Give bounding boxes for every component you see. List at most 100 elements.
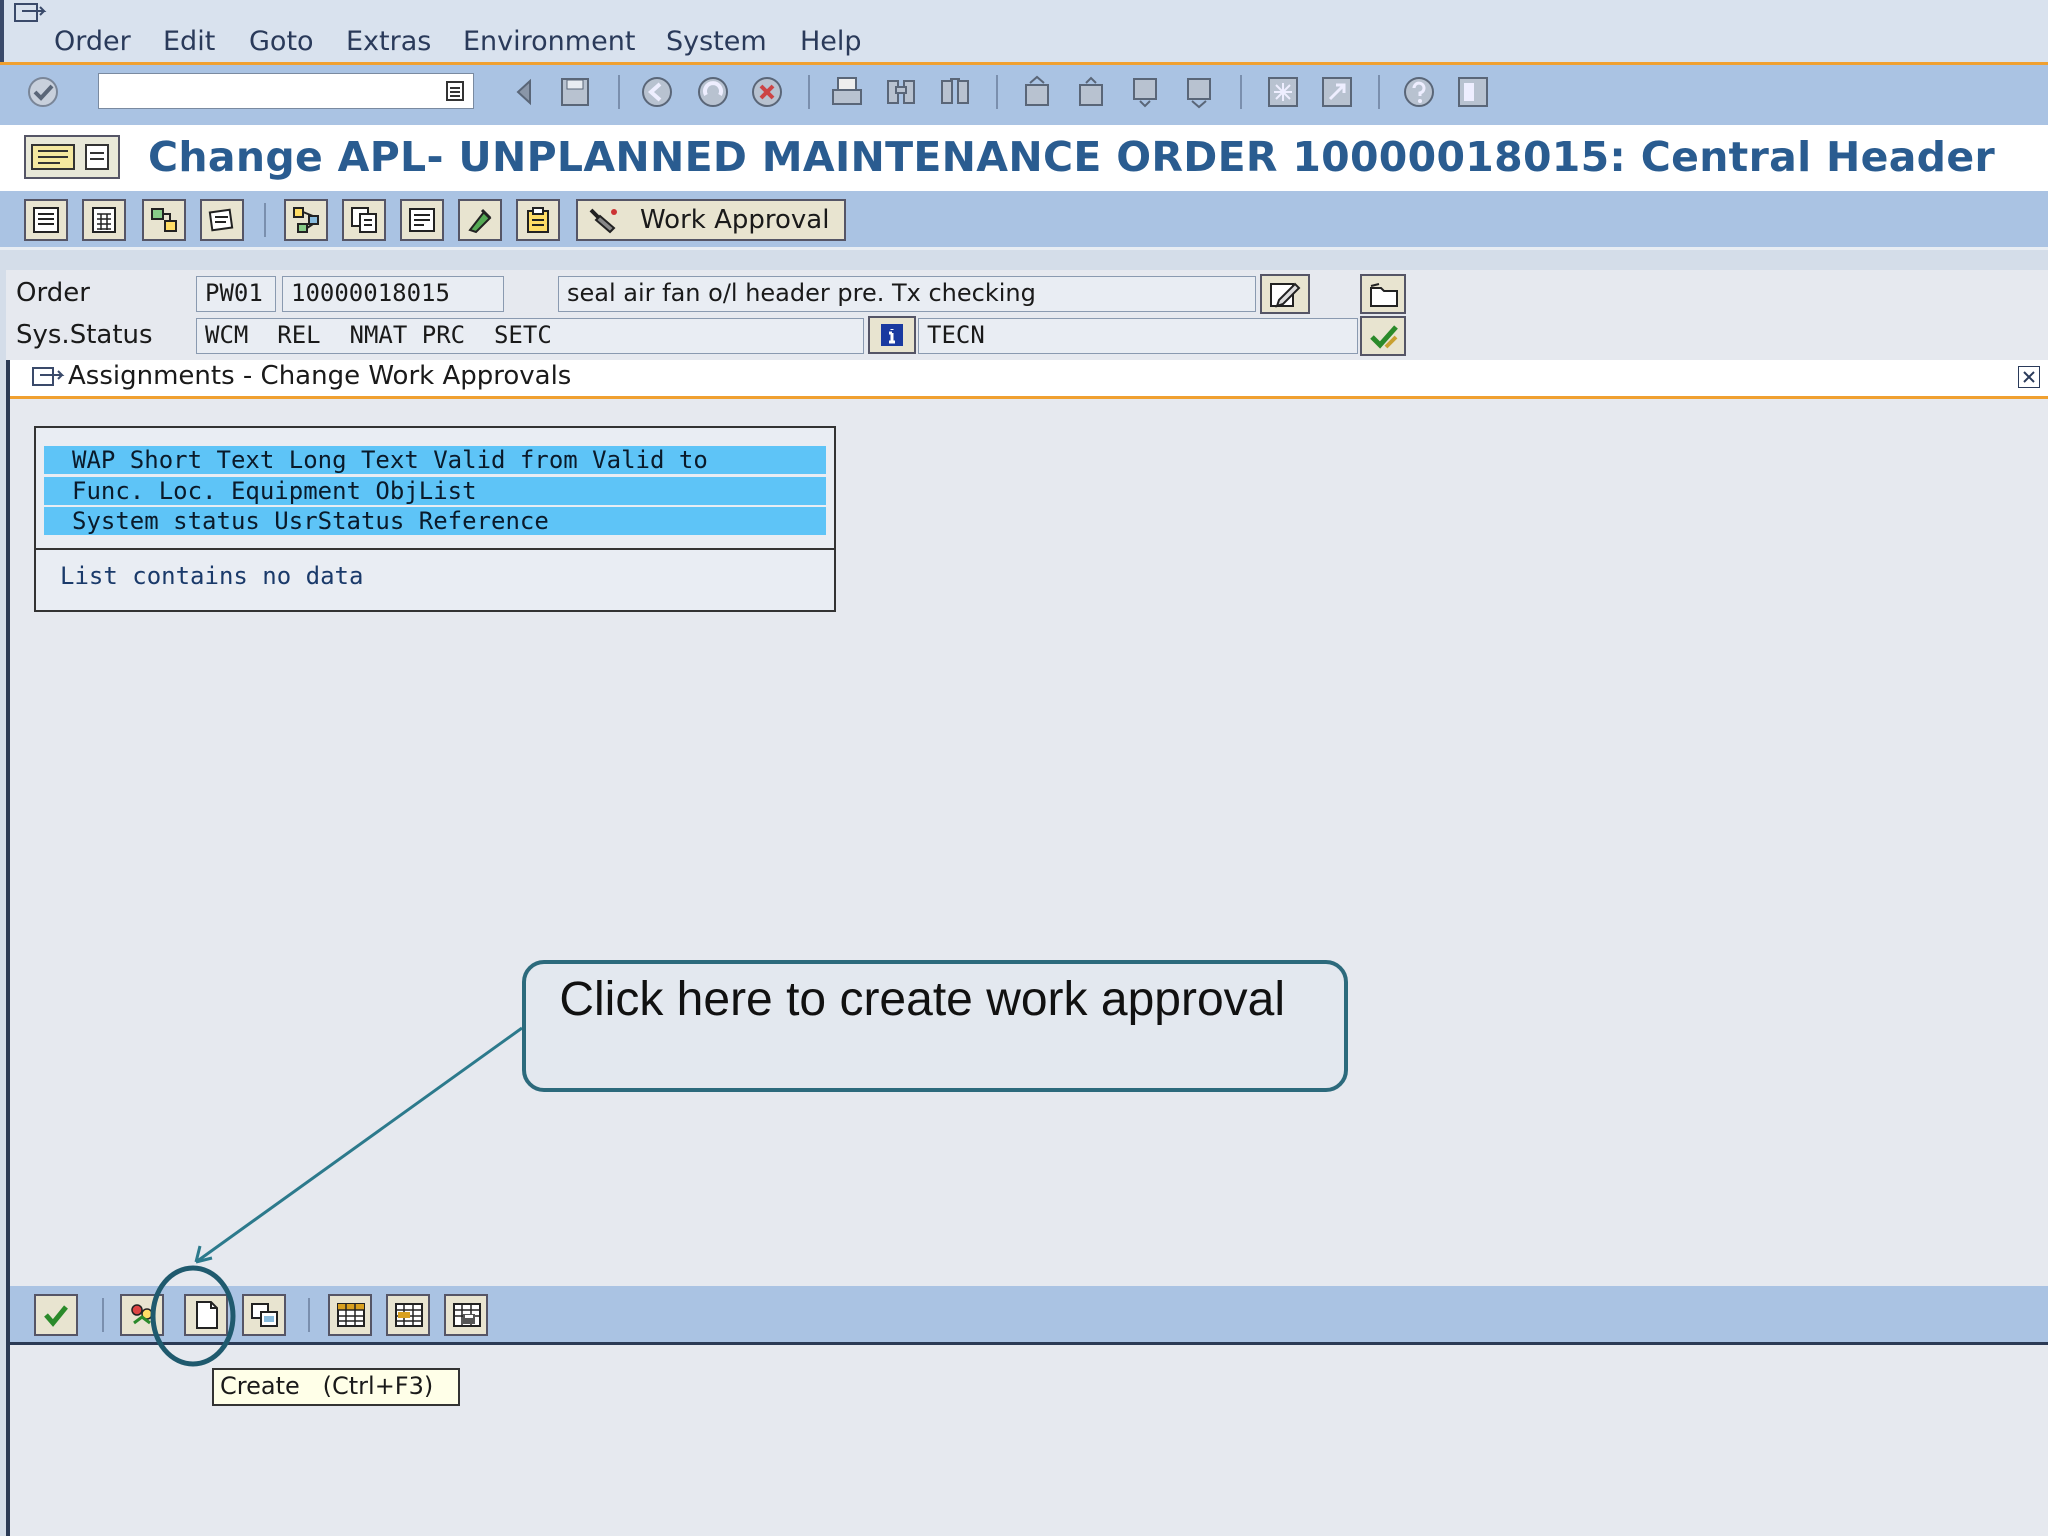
print-icon[interactable] [830,75,864,109]
edit-pencil-icon [1270,282,1301,308]
display-object-button[interactable] [1360,274,1406,314]
work-approval-button[interactable]: Work Approval [576,199,846,241]
separator [996,75,998,109]
menu-order[interactable]: Order [54,26,131,57]
long-text-button[interactable] [400,199,444,241]
history-list-icon[interactable] [445,80,465,102]
long-text-edit-button[interactable] [1260,274,1310,314]
enter-check-icon[interactable] [26,75,60,109]
list-header-row-2[interactable]: Func. Loc. Equipment ObjList [44,477,826,505]
select-layout-button[interactable] [328,1294,372,1336]
status-check-button[interactable] [1360,316,1406,356]
title-bar: Change APL- UNPLANNED MAINTENANCE ORDER … [0,125,2048,193]
save-layout-button[interactable] [444,1294,488,1336]
order-header: Order PW01 10000018015 seal air fan o/l … [6,270,2048,360]
assign-objects-icon [131,1304,153,1325]
copy-document-button[interactable] [342,199,386,241]
shortcut-icon[interactable] [1320,75,1354,109]
previous-page-icon[interactable] [1074,75,1108,109]
separator [1240,75,1242,109]
find-next-icon[interactable] [938,75,972,109]
change-layout-button[interactable] [386,1294,430,1336]
confirm-button[interactable] [34,1294,78,1336]
separator [808,75,810,109]
new-document-icon [196,1301,218,1329]
copy-windows-icon [251,1303,278,1327]
order-description-field[interactable]: seal air fan o/l header pre. Tx checking [558,276,1256,312]
create-tooltip: Create (Ctrl+F3) [212,1368,460,1406]
calculator-button[interactable] [82,199,126,241]
empty-list-message: List contains no data [60,562,364,590]
menu-edit[interactable]: Edit [163,26,215,57]
status-info-button[interactable] [868,316,916,354]
menu-extras[interactable]: Extras [346,26,431,57]
dialog-title: Assignments - Change Work Approvals [68,361,572,391]
clipboard-button[interactable] [516,199,560,241]
command-field[interactable] [98,73,474,109]
layout-menu-icon[interactable] [1456,75,1490,109]
work-approval-label: Work Approval [640,205,830,235]
instruction-callout: Click here to create work approval [522,960,1348,1092]
exit-icon[interactable] [696,75,730,109]
title-tools-icon[interactable] [24,135,120,179]
create-button[interactable] [184,1294,228,1336]
copy-document-icon [351,207,377,233]
info-icon [881,324,903,346]
first-page-icon[interactable] [1020,75,1054,109]
separator [618,75,620,109]
separator [308,1298,310,1332]
menu-goto[interactable]: Goto [249,26,314,57]
order-type-field[interactable]: PW01 [196,276,276,312]
save-icon[interactable] [558,75,592,109]
back-arrow-small-icon[interactable] [508,75,542,109]
operations-icon [208,208,234,232]
order-number-field[interactable]: 10000018015 [282,276,504,312]
folder-icon [1370,283,1398,307]
assign-button[interactable] [120,1294,164,1336]
cancel-icon[interactable] [750,75,784,109]
table-save-icon [453,1303,481,1327]
long-text-icon [409,208,435,232]
last-page-icon[interactable] [1182,75,1216,109]
work-approval-icon [589,208,617,234]
work-approvals-dialog: Assignments - Change Work Approvals WAP … [6,360,2048,1536]
new-session-icon[interactable] [1266,75,1300,109]
help-icon[interactable] [1402,75,1436,109]
next-page-icon[interactable] [1128,75,1162,109]
back-icon[interactable] [640,75,674,109]
table-edit-icon [395,1303,423,1327]
list-header-row-1[interactable]: WAP Short Text Long Text Valid from Vali… [44,446,826,474]
approvals-list: WAP Short Text Long Text Valid from Vali… [34,426,836,612]
separator [102,1298,104,1332]
standard-toolbar [0,65,2048,125]
menu-bar: Order Edit Goto Extras Environment Syste… [0,0,2048,65]
find-icon[interactable] [884,75,918,109]
separator [1378,75,1380,109]
separator [264,203,266,237]
copy-button[interactable] [242,1294,286,1336]
list-divider [36,548,834,550]
components-button[interactable] [142,199,186,241]
operations-button[interactable] [200,199,244,241]
close-icon [2023,371,2035,383]
checkmark-icon [44,1305,68,1327]
components-icon [151,208,177,232]
dialog-toolbar [10,1286,2048,1345]
table-grid-icon [337,1303,365,1327]
sys-status-field: WCM REL NMAT PRC SETC [196,318,864,354]
menu-environment[interactable]: Environment [463,26,635,57]
window-edge [0,0,4,62]
dialog-menu-icon[interactable] [32,366,66,388]
release-flag-icon [468,208,492,234]
hierarchy-button[interactable] [284,199,328,241]
header-data-button[interactable] [24,199,68,241]
menu-help[interactable]: Help [800,26,862,57]
list-header-row-3[interactable]: System status UsrStatus Reference [44,507,826,535]
menu-system[interactable]: System [666,26,767,57]
calculator-icon [92,207,116,233]
dialog-close-button[interactable] [2018,366,2040,388]
release-button[interactable] [458,199,502,241]
callout-text: Click here to create work approval [546,973,1285,1026]
user-status-field: TECN [918,318,1358,354]
window-menu-icon[interactable] [14,2,50,24]
